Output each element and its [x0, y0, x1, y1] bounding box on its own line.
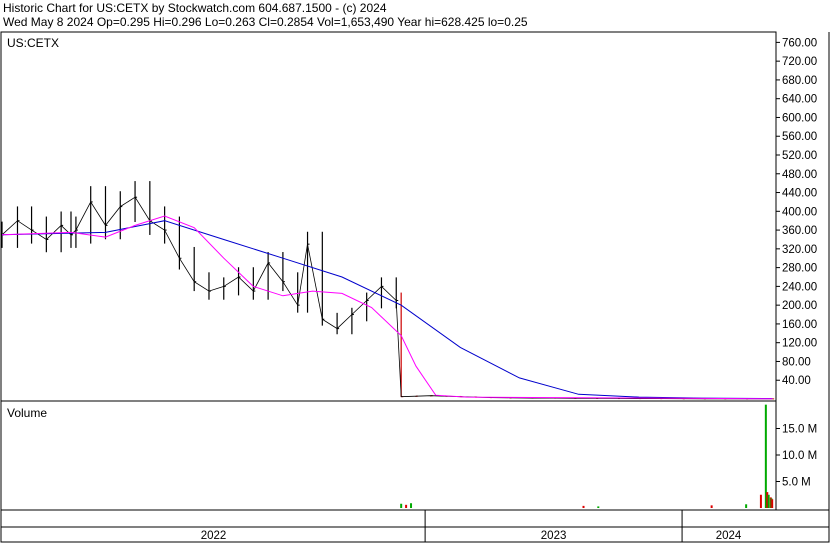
price-tick-label: 400.00: [782, 206, 817, 218]
price-tick-label: 40.00: [782, 375, 811, 387]
price-tick-label: 320.00: [782, 244, 817, 256]
year-label: 2024: [716, 530, 742, 542]
volume-bar: [582, 505, 585, 508]
volume-bar: [410, 503, 413, 508]
volume-bar: [767, 494, 770, 508]
price-tick-label: 560.00: [782, 131, 817, 143]
volume-bar: [405, 504, 408, 508]
volume-panel-label: Volume: [7, 406, 47, 420]
price-tick-label: 720.00: [782, 56, 817, 68]
volume-bar: [710, 505, 713, 508]
price-bars: [1, 181, 775, 400]
volume-bar: [771, 499, 774, 508]
price-tick-label: 120.00: [782, 338, 817, 350]
volume-bar: [597, 506, 600, 508]
volume-bar: [759, 494, 762, 508]
year-label: 2022: [201, 530, 227, 542]
moving-averages: [1, 215, 773, 400]
price-tick-label: 480.00: [782, 169, 817, 181]
year-label: 2023: [541, 530, 567, 542]
volume-tick-label: 5.0 M: [782, 477, 811, 489]
time-axis: 2022 2023 2024: [201, 510, 742, 542]
price-tick-label: 440.00: [782, 188, 817, 200]
price-tick-label: 280.00: [782, 263, 817, 275]
price-tick-label: 200.00: [782, 300, 817, 312]
stock-chart: US:CETX Volume 760.00 720.00 680.00 640.00 6…: [0, 31, 830, 543]
price-panel-label: US:CETX: [7, 36, 59, 50]
moving-average-long-line: [1, 220, 773, 399]
moving-average-short-line: [1, 215, 773, 400]
volume-bar: [745, 504, 748, 508]
price-axis: 760.00 720.00 680.00 640.00 600.00 560.00 520.…: [776, 37, 817, 387]
price-tick-label: 520.00: [782, 150, 817, 162]
price-tick-label: 160.00: [782, 319, 817, 331]
price-tick-label: 640.00: [782, 94, 817, 106]
volume-tick-label: 15.0 M: [782, 424, 817, 436]
time-axis-frame: [0, 509, 830, 543]
volume-tick-label: 10.0 M: [782, 450, 817, 462]
price-tick-label: 680.00: [782, 75, 817, 87]
volume-panel-frame: [0, 400, 777, 511]
price-panel-frame: [0, 31, 777, 402]
price-tick-label: 360.00: [782, 225, 817, 237]
volume-bar: [400, 503, 403, 508]
price-tick-label: 760.00: [782, 37, 817, 49]
volume-bars: [400, 404, 774, 508]
volume-axis: 15.0 M 10.0 M 5.0 M: [776, 424, 817, 489]
price-tick-label: 240.00: [782, 281, 817, 293]
price-tick-label: 80.00: [782, 356, 811, 368]
price-tick-label: 600.00: [782, 112, 817, 124]
